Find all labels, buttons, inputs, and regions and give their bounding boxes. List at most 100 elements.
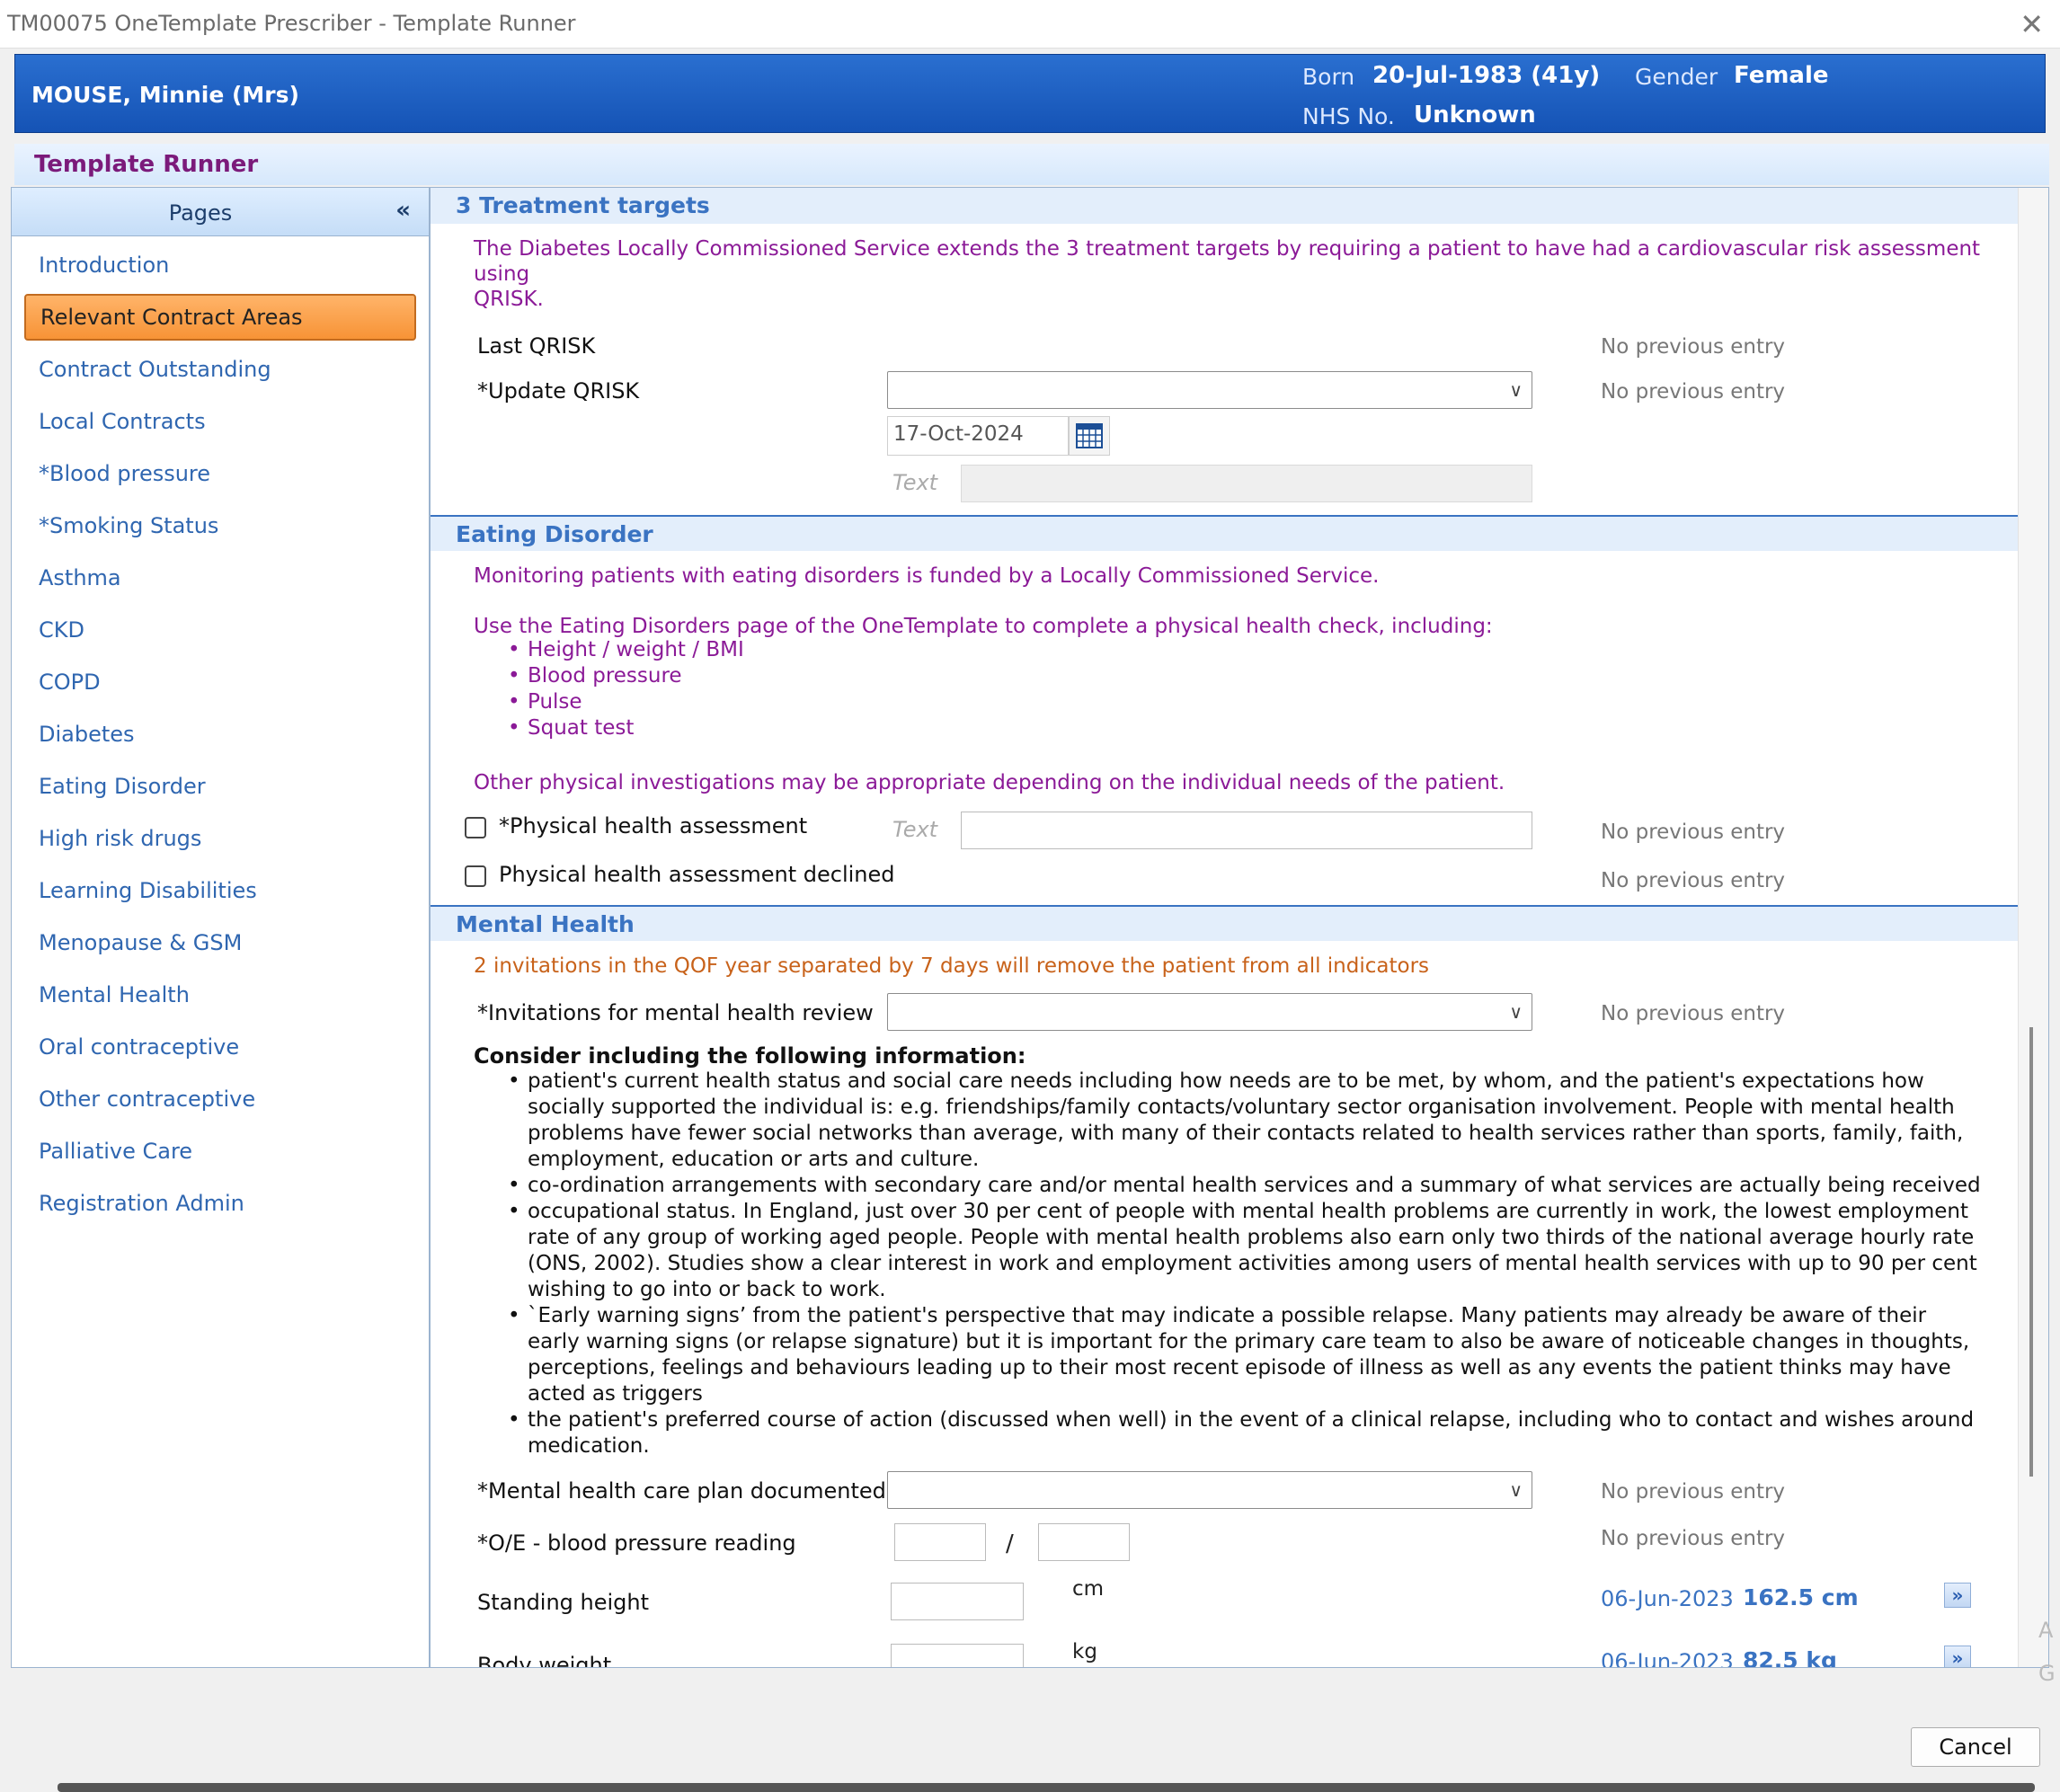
weight-unit: kg xyxy=(1072,1640,1097,1663)
consider-title: Consider including the following informa… xyxy=(474,1043,1026,1069)
window-title: TM00075 OneTemplate Prescriber - Templat… xyxy=(7,11,576,36)
sidebar-item-local-contracts[interactable]: Local Contracts xyxy=(39,409,206,434)
care-plan-dropdown[interactable]: ∨ xyxy=(887,1471,1532,1509)
sidebar-item-eating-disorder[interactable]: Eating Disorder xyxy=(39,774,206,799)
pha-declined-label: Physical health assessment declined xyxy=(499,862,895,887)
height-history-date: 06-Jun-2023 xyxy=(1601,1586,1734,1611)
edge-char-1: A xyxy=(2038,1618,2054,1643)
section-header-eating-disorder: Eating Disorder xyxy=(431,515,2018,551)
template-runner-bar: Template Runner xyxy=(14,144,2049,185)
section-title: 3 Treatment targets xyxy=(456,192,710,218)
treatment-description: The Diabetes Locally Commissioned Servic… xyxy=(474,236,2002,312)
list-item: occupational status. In England, just ov… xyxy=(508,1199,1982,1303)
sidebar-item-other-contraceptive[interactable]: Other contraceptive xyxy=(39,1087,255,1112)
pages-header-label: Pages xyxy=(168,200,233,226)
cancel-button[interactable]: Cancel xyxy=(1911,1727,2040,1767)
height-input[interactable] xyxy=(891,1583,1024,1620)
eating-line-3: Other physical investigations may be app… xyxy=(474,771,1505,794)
list-item: Pulse xyxy=(508,689,744,715)
invitations-previous: No previous entry xyxy=(1601,1002,1786,1025)
treatment-description-line-1: The Diabetes Locally Commissioned Servic… xyxy=(474,237,1981,286)
collapse-icon[interactable]: « xyxy=(395,197,411,224)
list-item: `Early warning signs’ from the patient's… xyxy=(508,1303,1982,1407)
list-item: the patient's preferred course of action… xyxy=(508,1407,1982,1459)
section-title: Mental Health xyxy=(456,911,635,937)
title-bar: TM00075 OneTemplate Prescriber - Templat… xyxy=(0,0,2060,49)
last-qrisk-label: Last QRISK xyxy=(477,333,596,359)
chevron-down-icon: ∨ xyxy=(1509,1479,1523,1501)
sidebar-item-diabetes[interactable]: Diabetes xyxy=(39,722,135,747)
pha-text-input[interactable] xyxy=(961,812,1532,849)
bp-separator: / xyxy=(1006,1530,1014,1557)
list-item: patient's current health status and soci… xyxy=(508,1069,1982,1173)
care-plan-previous: No previous entry xyxy=(1601,1480,1786,1504)
sidebar-item-contract-outstanding[interactable]: Contract Outstanding xyxy=(39,357,271,382)
sidebar-item-menopause-gsm[interactable]: Menopause & GSM xyxy=(39,930,242,955)
sidebar-item-palliative-care[interactable]: Palliative Care xyxy=(39,1139,192,1164)
weight-history-date: 06-Jun-2023 xyxy=(1601,1649,1734,1668)
height-unit: cm xyxy=(1072,1577,1105,1601)
sidebar-item-blood-pressure[interactable]: *Blood pressure xyxy=(39,461,210,486)
invitations-label: *Invitations for mental health review xyxy=(477,1000,874,1025)
template-runner-window: TM00075 OneTemplate Prescriber - Templat… xyxy=(0,0,2060,1792)
list-item: co-ordination arrangements with secondar… xyxy=(508,1173,1982,1199)
last-qrisk-previous: No previous entry xyxy=(1601,335,1786,359)
qrisk-text-label: Text xyxy=(892,470,938,495)
bp-diastolic-input[interactable] xyxy=(1038,1523,1130,1561)
section-title: Eating Disorder xyxy=(456,521,653,547)
sidebar-item-registration-admin[interactable]: Registration Admin xyxy=(39,1191,244,1216)
eating-line-2: Use the Eating Disorders page of the One… xyxy=(474,615,1493,638)
copy-height-button[interactable]: » xyxy=(1944,1583,1971,1608)
physical-health-assessment-label: *Physical health assessment xyxy=(499,813,808,838)
pages-header: Pages « xyxy=(12,188,429,236)
update-qrisk-previous: No previous entry xyxy=(1601,380,1786,404)
born-value: 20-Jul-1983 (41y) xyxy=(1372,62,1601,89)
sidebar-item-learning-disabilities[interactable]: Learning Disabilities xyxy=(39,878,257,903)
nhs-label: NHS No. xyxy=(1302,103,1395,129)
born-label: Born xyxy=(1302,64,1355,90)
gender-value: Female xyxy=(1734,62,1829,89)
sidebar-item-ckd[interactable]: CKD xyxy=(39,617,84,643)
invitations-dropdown[interactable]: ∨ xyxy=(887,993,1532,1031)
patient-banner: MOUSE, Minnie (Mrs) Born 20-Jul-1983 (41… xyxy=(14,54,2046,133)
sidebar-item-copd[interactable]: COPD xyxy=(39,670,101,695)
bp-reading-label: *O/E - blood pressure reading xyxy=(477,1530,796,1556)
taskbar-edge xyxy=(58,1783,2035,1792)
sidebar-item-relevant-contract-areas[interactable]: Relevant Contract Areas xyxy=(24,294,416,341)
pha-declined-previous: No previous entry xyxy=(1601,869,1786,892)
physical-health-assessment-checkbox[interactable] xyxy=(465,817,486,838)
vertical-scrollbar[interactable] xyxy=(2018,188,2048,1667)
qrisk-text-input[interactable] xyxy=(961,465,1532,502)
copy-weight-button[interactable]: » xyxy=(1944,1646,1971,1667)
list-item: Height / weight / BMI xyxy=(508,637,744,663)
height-history-value: 162.5 cm xyxy=(1743,1584,1859,1610)
scrollbar-thumb[interactable] xyxy=(2029,1027,2033,1477)
pha-previous: No previous entry xyxy=(1601,821,1786,844)
sidebar-item-high-risk-drugs[interactable]: High risk drugs xyxy=(39,826,201,851)
bp-previous: No previous entry xyxy=(1601,1527,1786,1550)
qrisk-date-input[interactable]: 17-Oct-2024 xyxy=(887,416,1069,456)
calendar-icon[interactable] xyxy=(1069,416,1110,456)
height-label: Standing height xyxy=(477,1590,650,1615)
section-header-treatment-targets: 3 Treatment targets xyxy=(431,188,2018,224)
list-item: Squat test xyxy=(508,715,744,741)
treatment-description-line-2: QRISK. xyxy=(474,288,544,311)
sidebar-item-oral-contraceptive[interactable]: Oral contraceptive xyxy=(39,1034,239,1060)
bp-systolic-input[interactable] xyxy=(894,1523,986,1561)
sidebar-item-smoking-status[interactable]: *Smoking Status xyxy=(39,513,218,538)
chevron-down-icon: ∨ xyxy=(1509,379,1523,401)
pha-declined-checkbox[interactable] xyxy=(465,865,486,887)
weight-input[interactable] xyxy=(891,1644,1024,1667)
gender-label: Gender xyxy=(1635,64,1718,90)
sidebar-item-introduction[interactable]: Introduction xyxy=(39,253,169,278)
edge-char-2: G xyxy=(2038,1661,2056,1686)
close-icon[interactable]: ✕ xyxy=(2020,7,2044,41)
sidebar-item-mental-health[interactable]: Mental Health xyxy=(39,982,190,1007)
section-header-mental-health: Mental Health xyxy=(431,905,2018,941)
sidebar-item-asthma[interactable]: Asthma xyxy=(39,565,121,590)
template-runner-title: Template Runner xyxy=(34,151,259,178)
update-qrisk-dropdown[interactable]: ∨ xyxy=(887,371,1532,409)
mental-health-note: 2 invitations in the QOF year separated … xyxy=(474,954,1430,978)
weight-label: Body weight xyxy=(477,1653,612,1668)
eating-line-1: Monitoring patients with eating disorder… xyxy=(474,564,1380,588)
